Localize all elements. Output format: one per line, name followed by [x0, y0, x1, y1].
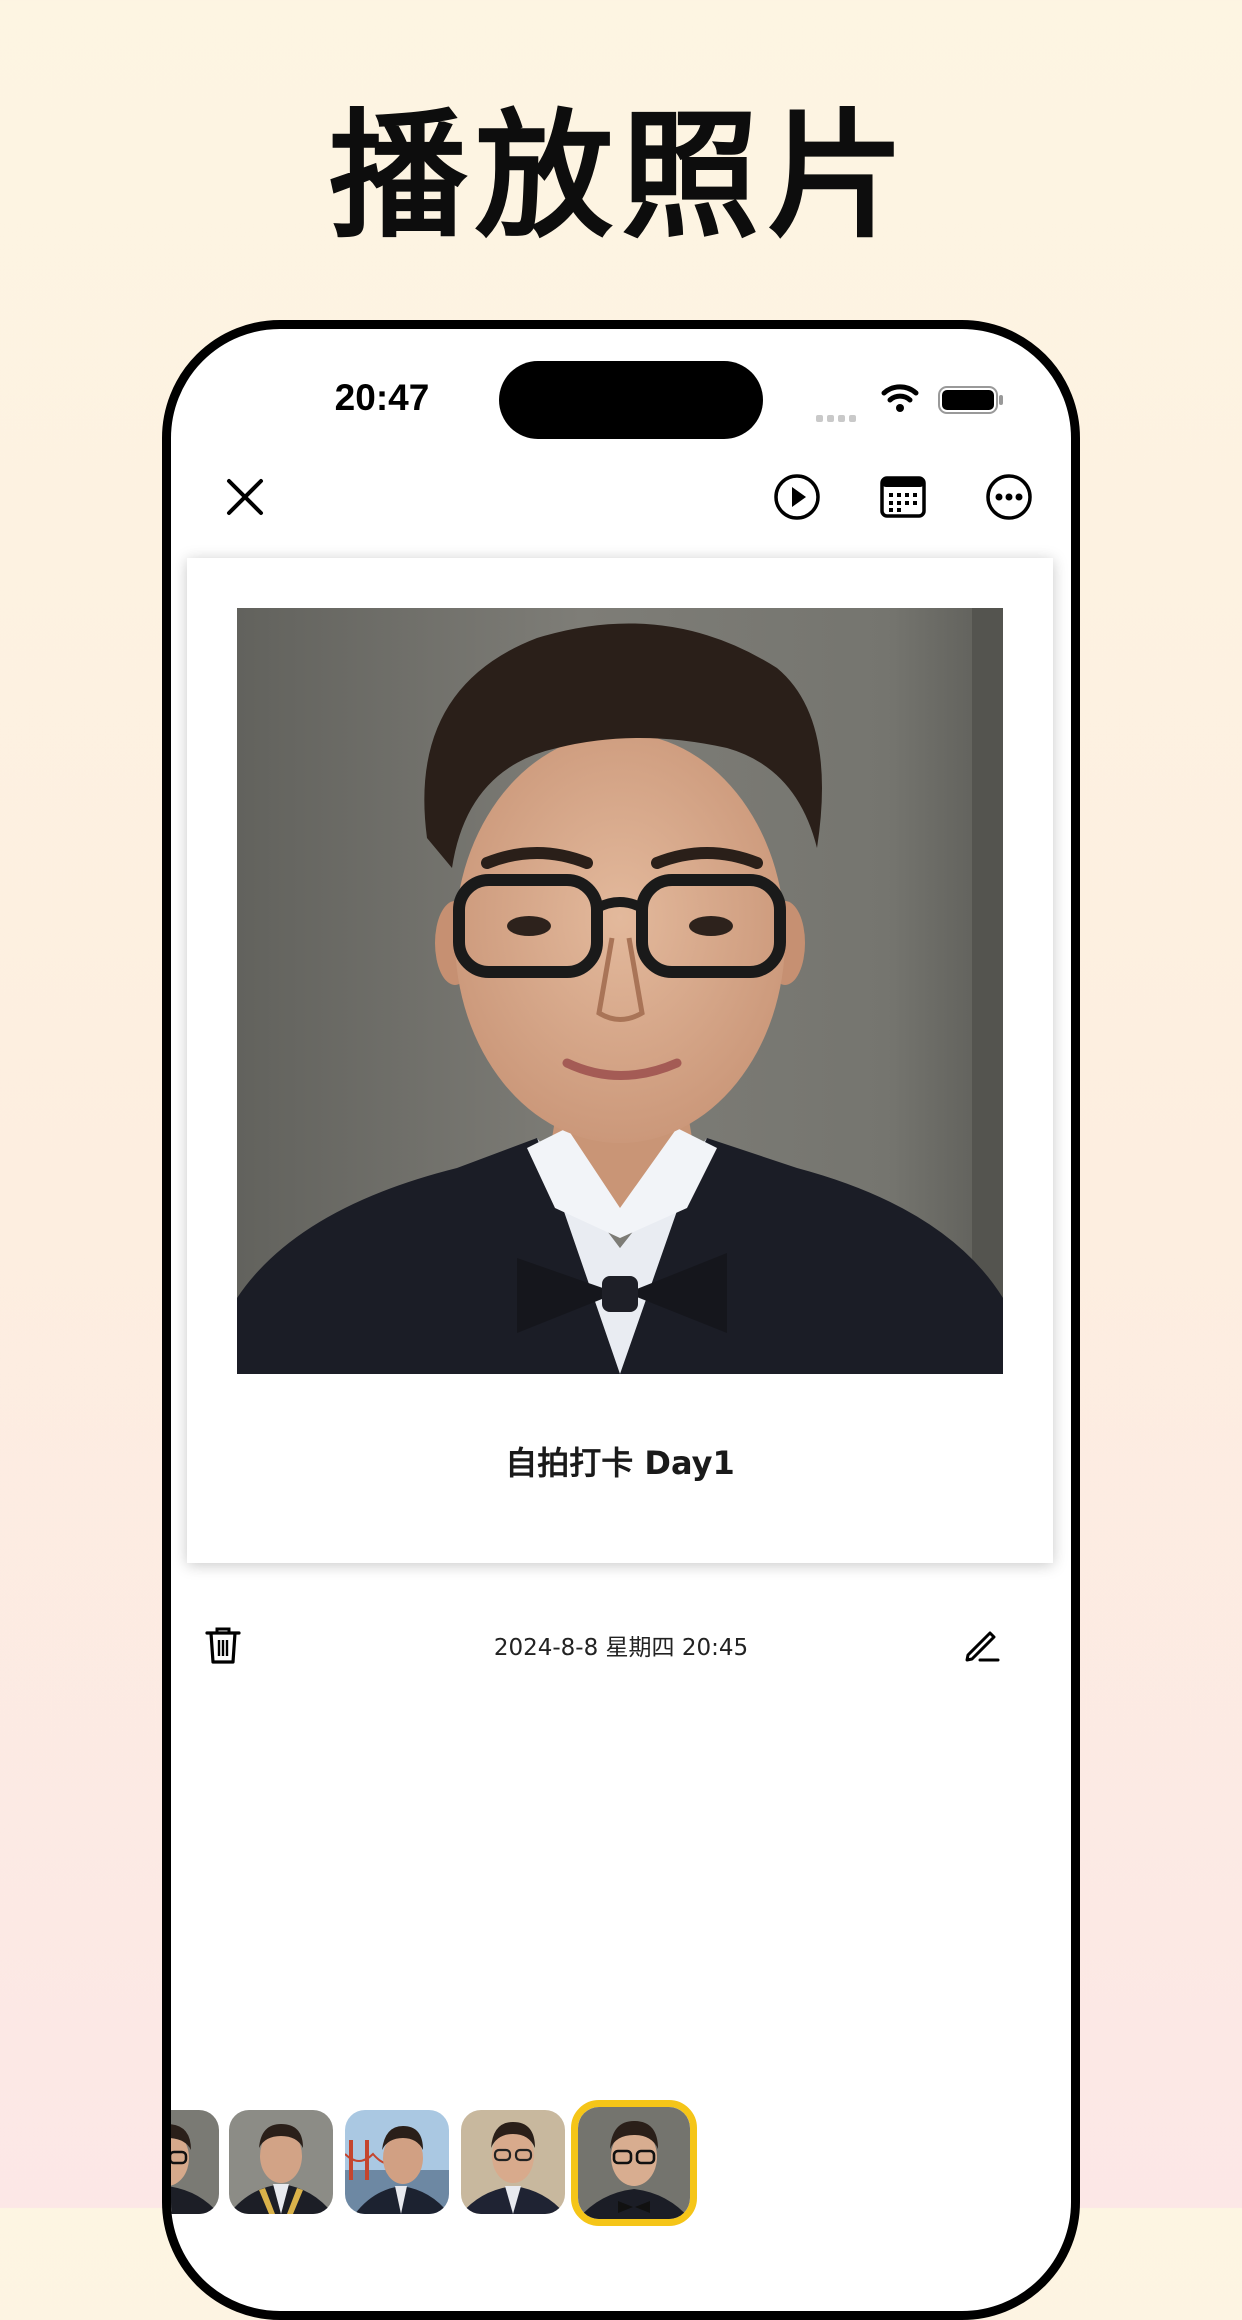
play-button[interactable] — [767, 467, 827, 527]
close-button[interactable] — [215, 467, 275, 527]
cellular-signal-icon — [816, 407, 860, 426]
thumbnail-strip — [171, 2087, 1071, 2226]
edit-button[interactable] — [952, 1615, 1012, 1675]
calendar-button[interactable] — [873, 467, 933, 527]
page-headline: 播放照片 — [328, 96, 913, 257]
dynamic-island — [499, 361, 763, 439]
battery-icon — [938, 385, 1004, 419]
phone-frame: 20:47 自拍打卡 Day1 2024-8-8 星期四 20:45 — [162, 320, 1080, 2320]
thumbnail-5-selected[interactable] — [571, 2100, 697, 2226]
more-circle-icon — [986, 474, 1032, 520]
thumbnail-3[interactable] — [345, 2110, 449, 2214]
thumbnail-2[interactable] — [229, 2110, 333, 2214]
entry-info-row: 2024-8-8 星期四 20:45 — [171, 1610, 1071, 1680]
thumbnail-4[interactable] — [461, 2110, 565, 2214]
entry-date: 2024-8-8 星期四 20:45 — [493, 1635, 749, 1661]
more-button[interactable] — [979, 467, 1039, 527]
wifi-icon — [880, 381, 920, 417]
thumbnail-1[interactable] — [171, 2110, 219, 2214]
close-icon — [227, 479, 263, 515]
calendar-icon — [880, 476, 926, 518]
photo-card: 自拍打卡 Day1 — [187, 558, 1053, 1563]
photo-caption: 自拍打卡 Day1 — [505, 1444, 735, 1482]
main-photo[interactable] — [237, 608, 1003, 1374]
pencil-icon — [965, 1631, 1000, 1662]
status-time: 20:47 — [334, 377, 430, 418]
play-circle-icon — [774, 474, 820, 520]
